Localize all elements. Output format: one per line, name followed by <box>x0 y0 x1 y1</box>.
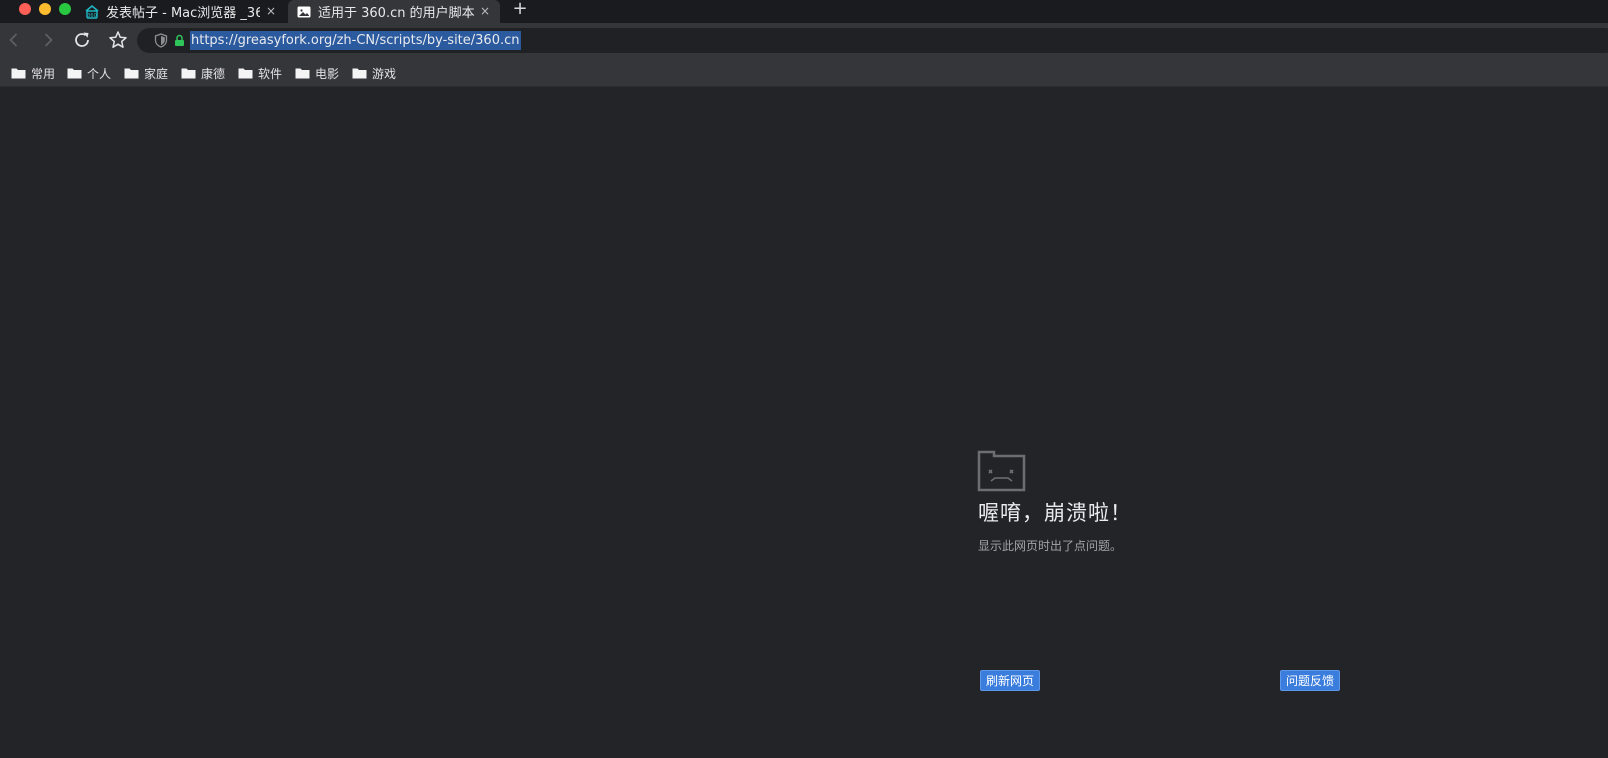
toolbar: https://greasyfork.org/zh-CN/scripts/by-… <box>0 23 1608 58</box>
folder-icon <box>11 68 26 79</box>
reload-icon <box>75 32 89 47</box>
folder-icon <box>124 68 139 79</box>
folder-icon <box>295 68 310 79</box>
tab-close-icon[interactable]: × <box>266 4 276 18</box>
window-minimize-button[interactable] <box>39 3 51 15</box>
reload-button[interactable] <box>68 26 96 54</box>
bookmark-label: 常用 <box>31 66 56 81</box>
bookmark-star-button[interactable] <box>104 26 132 54</box>
sad-folder-icon <box>977 450 1026 492</box>
bookmarks-bar: 常用 个人 家庭 康德 软件 电影 游戏 <box>0 58 1608 87</box>
crash-description: 显示此网页时出了点问题。 <box>978 539 1123 553</box>
folder-icon <box>67 68 82 79</box>
bookmark-label: 康德 <box>201 66 226 81</box>
tab-close-icon[interactable]: × <box>480 4 490 18</box>
bookmark-label: 个人 <box>87 66 112 81</box>
forward-button[interactable] <box>34 26 62 54</box>
bookmark-star-icon <box>109 31 127 48</box>
bookmark-label: 软件 <box>258 66 283 81</box>
tab-greasyfork[interactable]: 适用于 360.cn 的用户脚本 × <box>288 0 500 23</box>
feedback-button[interactable]: 问题反馈 <box>1280 670 1341 691</box>
svg-text:360: 360 <box>87 13 97 19</box>
bookmark-folder[interactable]: 个人 <box>67 65 111 81</box>
tab-title: 发表帖子 - Mac浏览器 _360浏览器 <box>106 6 260 21</box>
bookmark-label: 游戏 <box>372 66 397 81</box>
bookmark-folder[interactable]: 常用 <box>11 65 55 81</box>
bookmark-folder[interactable]: 家庭 <box>124 65 168 81</box>
page-content: 喔唷，崩溃啦！ 显示此网页时出了点问题。 刷新网页 问题反馈 <box>0 87 1608 758</box>
bookmark-folder[interactable]: 康德 <box>181 65 225 81</box>
bookmark-folder[interactable]: 软件 <box>238 65 282 81</box>
360-browser-icon: 360 <box>85 4 99 19</box>
forward-icon <box>44 33 53 47</box>
bookmark-label: 家庭 <box>144 66 169 81</box>
new-tab-button[interactable]: + <box>511 0 529 18</box>
back-button[interactable] <box>0 26 28 54</box>
bookmark-label: 电影 <box>315 66 340 81</box>
folder-icon <box>181 68 196 79</box>
tab-strip: 360 发表帖子 - Mac浏览器 _360浏览器 × 适用于 360.cn 的… <box>0 0 1608 23</box>
address-bar[interactable]: https://greasyfork.org/zh-CN/scripts/by-… <box>137 28 1608 53</box>
bookmark-folder[interactable]: 游戏 <box>352 65 396 81</box>
lock-icon <box>175 34 184 46</box>
shield-icon[interactable] <box>154 33 168 48</box>
tab-360-forum[interactable]: 360 发表帖子 - Mac浏览器 _360浏览器 × <box>76 0 286 23</box>
window-close-button[interactable] <box>19 3 31 15</box>
folder-icon <box>352 68 367 79</box>
tab-title: 适用于 360.cn 的用户脚本 <box>318 6 475 21</box>
page-icon <box>297 6 311 17</box>
window-zoom-button[interactable] <box>59 3 71 15</box>
back-icon <box>9 33 18 47</box>
folder-icon <box>238 68 253 79</box>
url-text[interactable]: https://greasyfork.org/zh-CN/scripts/by-… <box>190 31 521 50</box>
bookmark-folder[interactable]: 电影 <box>295 65 339 81</box>
crash-title: 喔唷，崩溃啦！ <box>978 501 1132 525</box>
reload-page-button[interactable]: 刷新网页 <box>980 670 1041 691</box>
